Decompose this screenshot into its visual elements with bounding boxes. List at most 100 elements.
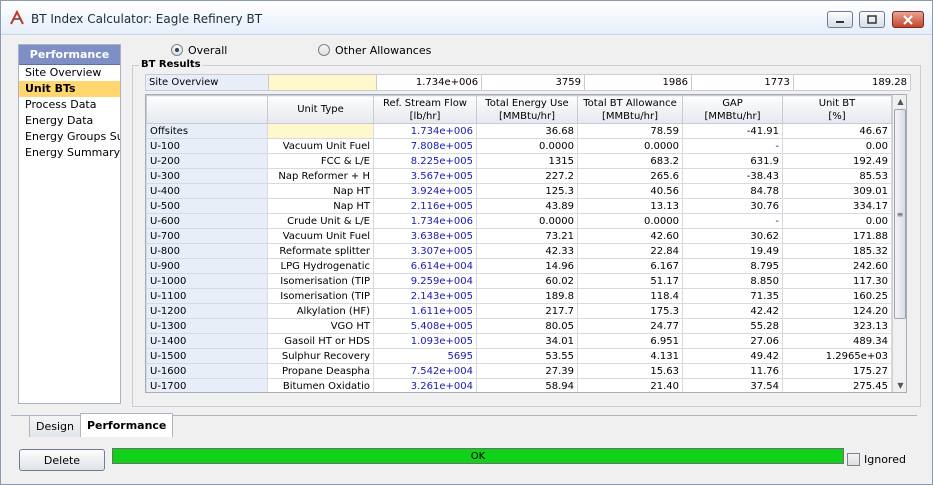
table-row[interactable]: U-100 Vacuum Unit Fuel 7.808e+005 0.0000 0.0… [146, 138, 892, 154]
nav-item-energy-groups[interactable]: Energy Groups Sun [19, 129, 120, 145]
unit-type-cell[interactable]: Nap Reformer + H [267, 168, 374, 184]
unit-type-cell[interactable]: LPG Hydrogenatic [267, 258, 374, 274]
scroll-thumb[interactable]: ≡ [894, 109, 906, 319]
table-row[interactable]: U-1400 Gasoil HT or HDS 1.093e+005 34.01 6.9… [146, 333, 892, 349]
delete-button[interactable]: Delete [19, 449, 105, 471]
value-cell: 160.25 [782, 288, 892, 304]
ignored-checkbox[interactable]: Ignored [847, 453, 906, 466]
value-cell: - [682, 213, 783, 229]
table-row[interactable]: U-1500 Sulphur Recovery 5695 53.55 4.131 49.4… [146, 348, 892, 364]
nav-item-process-data[interactable]: Process Data [19, 97, 120, 113]
unit-type-cell[interactable]: Alkylation (HF) [267, 303, 374, 319]
title-bar: BT Index Calculator: Eagle Refinery BT [1, 1, 932, 35]
unit-bt-grid[interactable]: Unit Type Ref. Stream Flow [lb/hr] Total E… [145, 94, 907, 393]
value-cell: 43.89 [476, 198, 578, 214]
column-header[interactable] [146, 95, 268, 124]
unit-type-cell[interactable]: Reformate splitter [267, 243, 374, 259]
close-button[interactable] [892, 11, 924, 28]
unit-type-cell[interactable]: Gasoil HT or HDS [267, 333, 374, 349]
value-cell: 0.0000 [577, 213, 683, 229]
unit-type-cell[interactable]: Crude Unit & L/E [267, 213, 374, 229]
value-cell: 0.0000 [476, 213, 578, 229]
column-header[interactable]: Total BT Allowance [MMBtu/hr] [577, 95, 683, 124]
unit-type-cell[interactable]: Sulphur Recovery [267, 348, 374, 364]
table-row[interactable]: U-800 Reformate splitter 3.307e+005 42.33 22… [146, 243, 892, 259]
unit-type-cell[interactable]: Nap HT [267, 183, 374, 199]
value-cell: 1.734e+006 [373, 213, 477, 229]
value-cell: 242.60 [782, 258, 892, 274]
row-label: U-1700 [146, 378, 268, 392]
table-row[interactable]: U-300 Nap Reformer + H 3.567e+005 227.2 265.… [146, 168, 892, 184]
radio-overall[interactable]: Overall [171, 43, 227, 57]
scroll-up-icon[interactable]: ▲ [893, 95, 906, 108]
unit-type-cell[interactable]: Vacuum Unit Fuel [267, 138, 374, 154]
column-header[interactable]: Total Energy Use [MMBtu/hr] [476, 95, 578, 124]
value-cell: 51.17 [577, 273, 683, 289]
unit-type-cell[interactable]: Bitumen Oxidatio [267, 378, 374, 392]
value-cell: 40.56 [577, 183, 683, 199]
site-overview-unit-type[interactable] [268, 74, 378, 91]
table-row[interactable]: U-900 LPG Hydrogenatic 6.614e+004 14.96 6.16… [146, 258, 892, 274]
unit-type-cell[interactable]: Vacuum Unit Fuel [267, 228, 374, 244]
value-cell: 7.808e+005 [373, 138, 477, 154]
unit-type-cell[interactable]: VGO HT [267, 318, 374, 334]
row-label: U-1100 [146, 288, 268, 304]
table-row[interactable]: Offsites 1.734e+006 36.68 78.59 -41.91 46.67 [146, 123, 892, 139]
ignored-checkbox-box[interactable] [847, 453, 860, 466]
radio-overall-button[interactable] [171, 44, 183, 56]
tab-design[interactable]: Design [29, 415, 81, 437]
maximize-button[interactable] [859, 11, 885, 28]
value-cell: 0.00 [782, 138, 892, 154]
value-cell: 9.259e+004 [373, 273, 477, 289]
value-cell: 323.13 [782, 318, 892, 334]
minimize-button[interactable] [827, 11, 853, 28]
status-bar: OK [112, 448, 844, 464]
vertical-scrollbar[interactable]: ▲ ≡ ▼ [892, 95, 906, 392]
row-label: U-1200 [146, 303, 268, 319]
radio-other-allowances[interactable]: Other Allowances [318, 43, 431, 57]
value-cell: 0.0000 [476, 138, 578, 154]
scroll-down-icon[interactable]: ▼ [893, 379, 906, 392]
nav-item-site-overview[interactable]: Site Overview [19, 65, 120, 81]
value-cell: 8.795 [682, 258, 783, 274]
value-cell: 34.01 [476, 333, 578, 349]
unit-type-cell[interactable]: Isomerisation (TIP [267, 288, 374, 304]
nav-item-unit-bts[interactable]: Unit BTs [19, 81, 120, 97]
maximize-icon [867, 15, 877, 24]
table-row[interactable]: U-1700 Bitumen Oxidatio 3.261e+004 58.94 21.… [146, 378, 892, 392]
table-row[interactable]: U-600 Crude Unit & L/E 1.734e+006 0.0000 0.0… [146, 213, 892, 229]
table-row[interactable]: U-1100 Isomerisation (TIP 2.143e+005 189.8 1… [146, 288, 892, 304]
table-row[interactable]: U-1300 VGO HT 5.408e+005 80.05 24.77 55.28 323… [146, 318, 892, 334]
table-row[interactable]: U-700 Vacuum Unit Fuel 3.638e+005 73.21 42.6… [146, 228, 892, 244]
row-label: U-1400 [146, 333, 268, 349]
bottom-bar: Delete OK Ignored [1, 443, 932, 483]
column-header[interactable]: Unit Type [267, 95, 374, 124]
radio-other-button[interactable] [318, 44, 330, 56]
row-label: U-700 [146, 228, 268, 244]
table-header-row: Unit Type Ref. Stream Flow [lb/hr] Total E… [146, 95, 892, 124]
unit-type-cell[interactable] [267, 123, 374, 139]
app-window: BT Index Calculator: Eagle Refinery BT P… [0, 0, 933, 485]
table-row[interactable]: U-400 Nap HT 3.924e+005 125.3 40.56 84.78 309.… [146, 183, 892, 199]
value-cell: 275.45 [782, 378, 892, 392]
table-row[interactable]: U-200 FCC & L/E 8.225e+005 1315 683.2 631.9 19… [146, 153, 892, 169]
table-row[interactable]: U-500 Nap HT 2.116e+005 43.89 13.13 30.76 334.… [146, 198, 892, 214]
unit-type-cell[interactable]: Isomerisation (TIP [267, 273, 374, 289]
table-row[interactable]: U-1000 Isomerisation (TIP 9.259e+004 60.02 5… [146, 273, 892, 289]
table-row[interactable]: U-1200 Alkylation (HF) 1.611e+005 217.7 175.… [146, 303, 892, 319]
column-header[interactable]: GAP [MMBtu/hr] [682, 95, 783, 124]
nav-item-energy-summary[interactable]: Energy Summary [19, 145, 120, 161]
value-cell: 1.734e+006 [373, 123, 477, 139]
column-header[interactable]: Ref. Stream Flow [lb/hr] [373, 95, 477, 124]
column-header[interactable]: Unit BT [%] [782, 95, 892, 124]
value-cell: 3.638e+005 [373, 228, 477, 244]
value-cell: 80.05 [476, 318, 578, 334]
row-label: U-400 [146, 183, 268, 199]
tab-performance[interactable]: Performance [79, 413, 174, 437]
unit-type-cell[interactable]: FCC & L/E [267, 153, 374, 169]
nav-item-energy-data[interactable]: Energy Data [19, 113, 120, 129]
value-cell: 3.307e+005 [373, 243, 477, 259]
unit-type-cell[interactable]: Propane Deaspha [267, 363, 374, 379]
unit-type-cell[interactable]: Nap HT [267, 198, 374, 214]
table-row[interactable]: U-1600 Propane Deaspha 7.542e+004 27.39 15.6… [146, 363, 892, 379]
